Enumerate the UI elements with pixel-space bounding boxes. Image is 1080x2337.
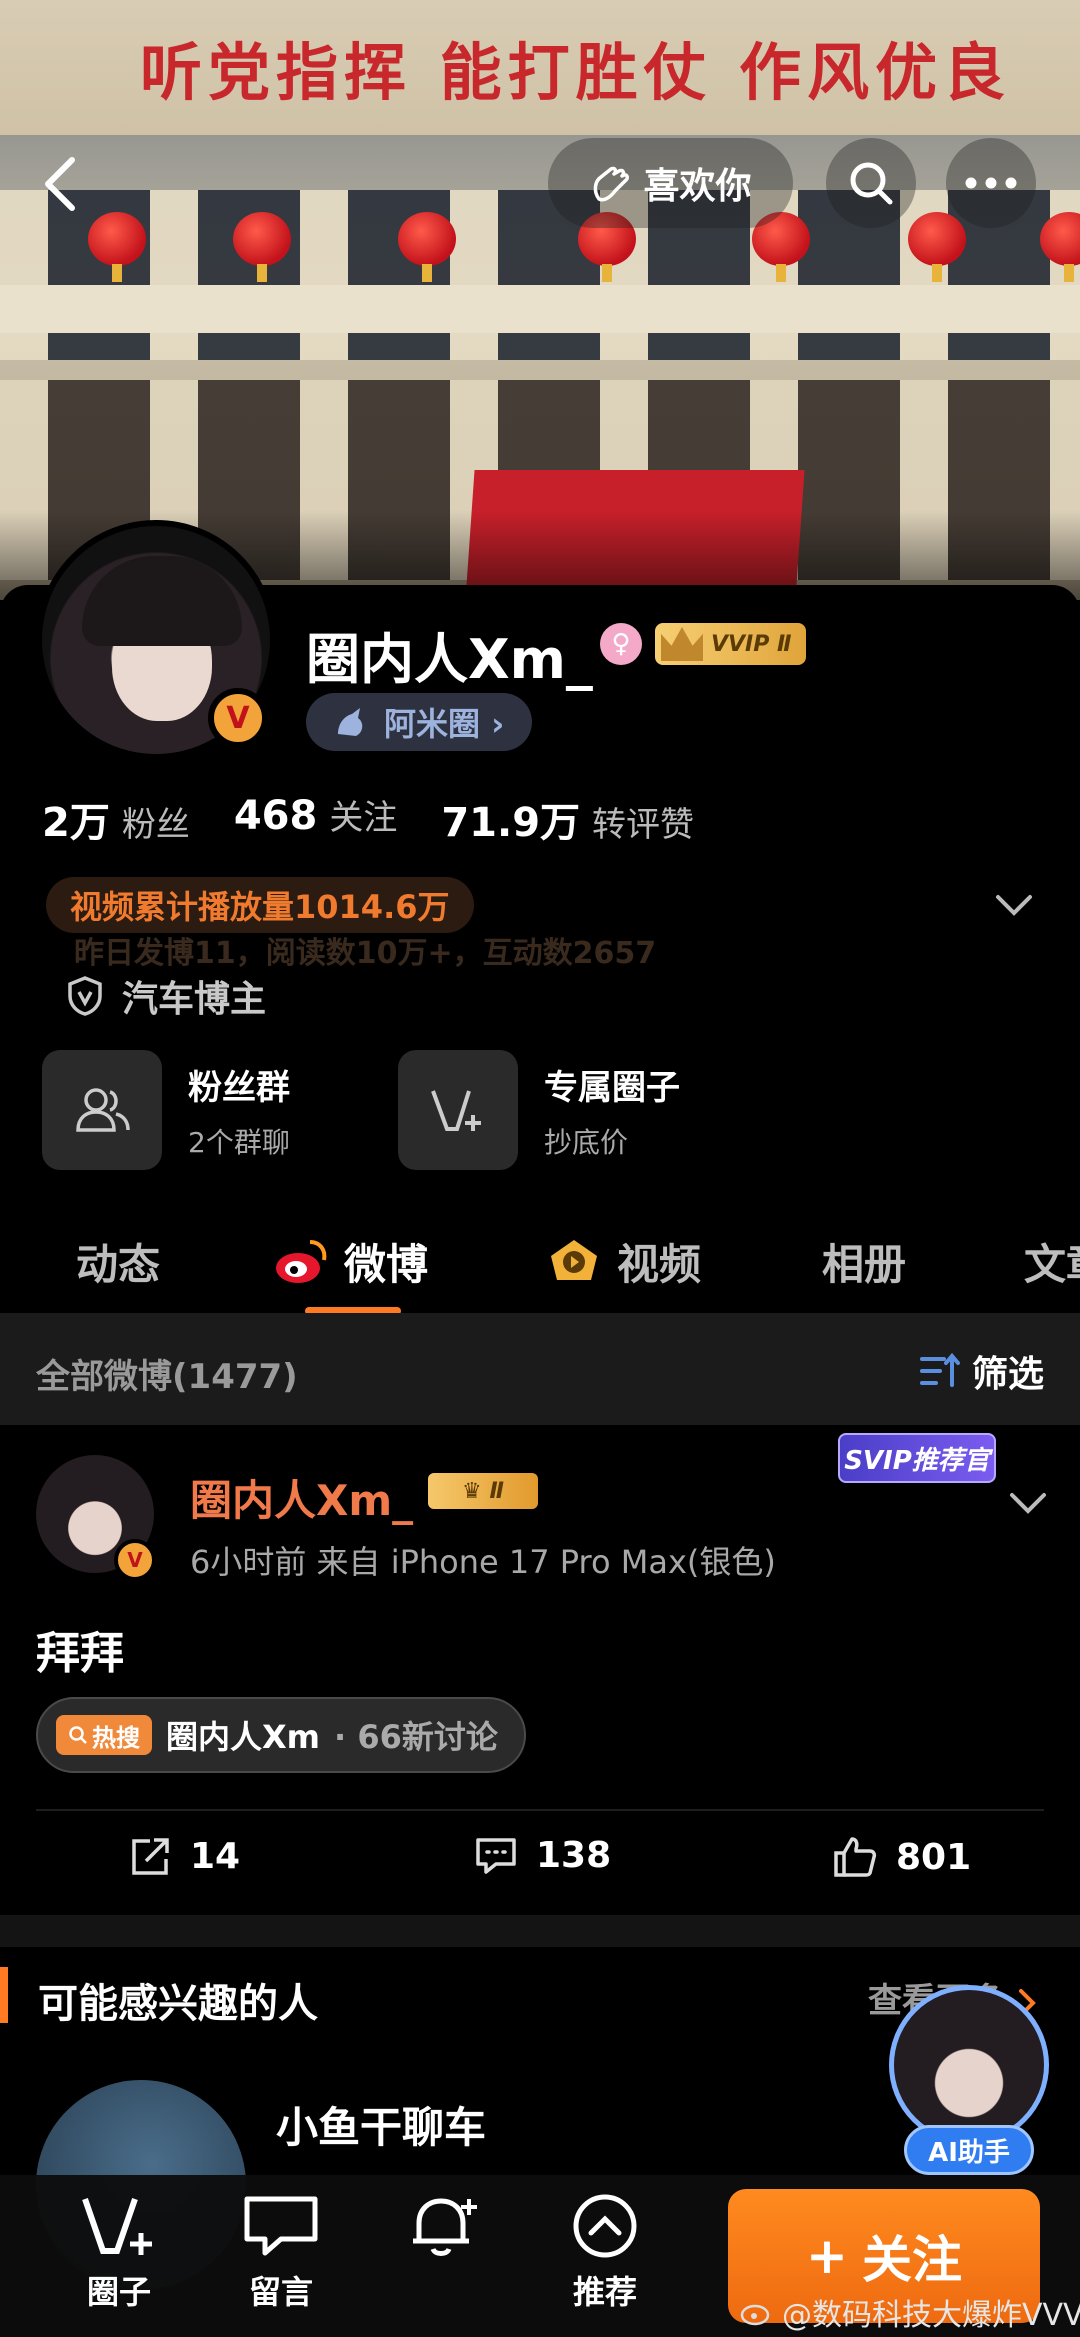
suggested-name: 小鱼干聊车 bbox=[276, 2103, 487, 2152]
post-card[interactable]: V 圈内人Xm_ ♛ Ⅱ 6小时前 来自 iPhone 17 Pro Max(银… bbox=[0, 1425, 1080, 1915]
search-icon bbox=[69, 1726, 87, 1744]
profile-stats: 2万 粉丝 468 关注 71.9万 转评赞 bbox=[42, 790, 694, 848]
top-nav: 喜欢你 bbox=[0, 138, 1080, 228]
chevron-down-icon[interactable] bbox=[990, 885, 1038, 925]
section-gap bbox=[0, 1915, 1080, 1947]
video-badge-icon bbox=[551, 1239, 597, 1280]
profile-tabs: 动态 微博 视频 相册 文章 bbox=[0, 1215, 1080, 1315]
hot-search-tag: 热搜 bbox=[56, 1715, 152, 1755]
bottom-circle-button[interactable]: 圈子 bbox=[64, 2193, 174, 2313]
svip-recommender-badge: SVIP推荐官 bbox=[838, 1433, 996, 1483]
post-actions: 14 138 801 bbox=[0, 1825, 1080, 1895]
tab-dynamics[interactable]: 动态 bbox=[76, 1231, 160, 1292]
back-arrow-icon bbox=[45, 157, 75, 211]
post-time-source: 6小时前 来自 iPhone 17 Pro Max(银色) bbox=[190, 1543, 776, 1581]
chat-bubble-icon bbox=[244, 2196, 318, 2256]
like-you-button[interactable]: 喜欢你 bbox=[548, 138, 793, 228]
circle-logo-icon bbox=[338, 708, 363, 736]
post-count[interactable]: 全部微博(1477) bbox=[36, 1349, 298, 1398]
yesterday-summary: 昨日发博11，阅读数10万+，互动数2657 bbox=[74, 936, 657, 971]
verified-badge: V bbox=[208, 688, 268, 748]
bottom-notify-button[interactable] bbox=[390, 2193, 500, 2267]
fan-group-subtitle: 2个群聊 bbox=[188, 1125, 290, 1159]
filter-bar: 全部微博(1477) 筛选 bbox=[0, 1313, 1080, 1425]
fan-group-entry[interactable]: 粉丝群 2个群聊 bbox=[42, 1050, 290, 1170]
auth-row[interactable]: 汽车博主 bbox=[66, 970, 266, 1022]
exclusive-circle-entry[interactable]: 专属圈子 抄底价 bbox=[398, 1050, 680, 1170]
group-icon bbox=[76, 1088, 130, 1132]
crown-icon: ♛ bbox=[462, 1478, 490, 1504]
profile-header: V 圈内人Xm_ ♀ VVIP Ⅱ 阿米圈 › 2万 粉丝 468 关注 71.9万… bbox=[0, 520, 1080, 1315]
bell-plus-icon bbox=[413, 2198, 477, 2256]
filter-sort-icon bbox=[919, 1352, 960, 1387]
like-you-label: 喜欢你 bbox=[643, 166, 752, 207]
fan-circle-label: 阿米圈 › bbox=[384, 705, 505, 743]
like-button[interactable]: 801 bbox=[832, 1835, 971, 1879]
ai-assistant-float[interactable]: AI助手 bbox=[884, 1985, 1054, 2185]
cover-slogan: 听党指挥 能打胜仗 作风优良 bbox=[140, 36, 1012, 109]
chevron-down-icon[interactable] bbox=[1004, 1483, 1052, 1523]
ai-assistant-avatar bbox=[889, 1985, 1049, 2145]
back-button[interactable] bbox=[30, 154, 90, 214]
weibo-logo-icon bbox=[740, 2304, 770, 2326]
post-verified-badge: V bbox=[114, 1539, 156, 1581]
female-icon: ♀ bbox=[600, 623, 642, 665]
post-text: 拜拜 bbox=[36, 1628, 124, 1679]
cover-banner: 听党指挥 能打胜仗 作风优良 喜欢你 bbox=[0, 0, 1080, 600]
hand-wave-icon bbox=[594, 166, 630, 202]
crown-icon bbox=[661, 627, 703, 661]
hot-search-topic[interactable]: 热搜 圈内人Xm · 66新讨论 bbox=[36, 1697, 526, 1773]
tab-weibo[interactable]: 微博 bbox=[272, 1231, 428, 1292]
repost-icon bbox=[132, 1838, 169, 1875]
v-plus-icon bbox=[82, 2198, 152, 2255]
search-button[interactable] bbox=[826, 138, 916, 228]
divider bbox=[36, 1809, 1044, 1811]
comment-icon bbox=[476, 1837, 516, 1874]
auth-label: 汽车博主 bbox=[122, 979, 267, 1020]
v-plus-icon bbox=[431, 1090, 481, 1131]
hot-search-meta: · 66新讨论 bbox=[334, 1718, 498, 1756]
exclusive-circle-subtitle: 抄底价 bbox=[544, 1125, 629, 1159]
more-button[interactable] bbox=[946, 138, 1036, 228]
bottom-recommend-button[interactable]: 推荐 bbox=[550, 2193, 660, 2313]
fan-group-title: 粉丝群 bbox=[188, 1067, 290, 1108]
suggested-title: 可能感兴趣的人 bbox=[38, 1981, 318, 2027]
profile-name: 圈内人Xm_ bbox=[306, 628, 593, 691]
plus-icon: + bbox=[806, 2227, 848, 2285]
comment-button[interactable]: 138 bbox=[474, 1835, 611, 1876]
stat-interactions[interactable]: 71.9万 转评赞 bbox=[441, 790, 694, 848]
repost-button[interactable]: 14 bbox=[128, 1835, 240, 1877]
vvip-badge[interactable]: VVIP Ⅱ bbox=[655, 623, 806, 665]
more-dots-icon bbox=[965, 177, 1017, 189]
tab-video[interactable]: 视频 bbox=[545, 1231, 701, 1292]
chevron-up-circle-icon bbox=[573, 2194, 637, 2258]
stat-followers[interactable]: 2万 粉丝 bbox=[42, 790, 190, 848]
bottom-message-button[interactable]: 留言 bbox=[226, 2193, 336, 2313]
video-play-count: 视频累计播放量1014.6万 bbox=[46, 877, 474, 933]
profile-avatar[interactable]: V bbox=[36, 520, 276, 760]
thumbs-up-icon bbox=[834, 1837, 877, 1877]
post-author[interactable]: 圈内人Xm_ bbox=[190, 1467, 413, 1528]
post-level-badge: ♛ Ⅱ bbox=[428, 1473, 538, 1509]
tab-articles[interactable]: 文章 bbox=[1024, 1231, 1080, 1292]
search-icon bbox=[850, 162, 893, 205]
exclusive-circle-title: 专属圈子 bbox=[544, 1067, 680, 1108]
hot-search-title: 圈内人Xm bbox=[166, 1718, 321, 1756]
weibo-logo-icon bbox=[276, 1239, 327, 1283]
tab-album[interactable]: 相册 bbox=[822, 1231, 906, 1292]
vvip-label: VVIP Ⅱ bbox=[711, 631, 792, 657]
watermark: @数码科技大爆炸VVV bbox=[740, 2290, 1080, 2334]
ai-assistant-label: AI助手 bbox=[904, 2125, 1034, 2175]
shield-icon bbox=[68, 976, 102, 1016]
fan-circle-tag[interactable]: 阿米圈 › bbox=[306, 693, 533, 751]
filter-label: 筛选 bbox=[971, 1354, 1044, 1395]
stat-following[interactable]: 468 关注 bbox=[234, 790, 398, 848]
filter-button[interactable]: 筛选 bbox=[918, 1345, 1044, 1397]
